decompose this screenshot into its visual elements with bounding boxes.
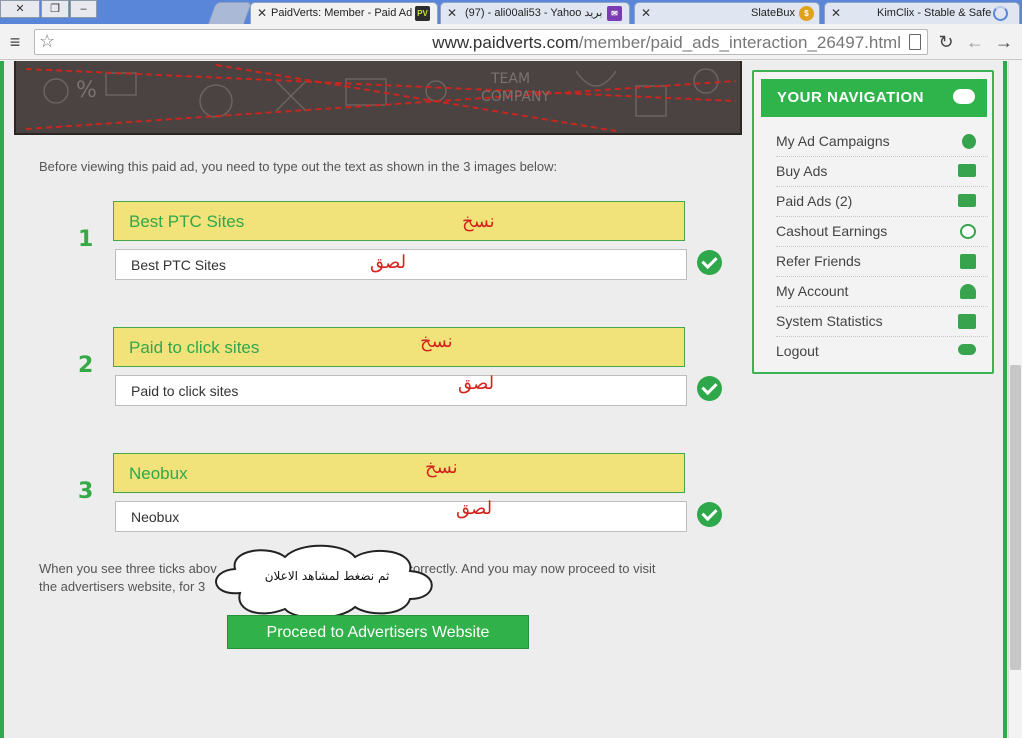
nav-item-label: Refer Friends xyxy=(776,253,861,269)
svg-text:COMPANY: COMPANY xyxy=(481,89,550,105)
check-circle-icon xyxy=(697,376,722,401)
nav-item-buy-ads[interactable]: Buy Ads xyxy=(776,157,988,187)
captcha-image: Paid to click sites xyxy=(113,327,685,367)
paste-annotation: لصق xyxy=(370,252,407,273)
nav-item-logout[interactable]: Logout xyxy=(776,337,988,367)
navigation-header: YOUR NAVIGATION xyxy=(761,79,987,117)
back-arrow-icon[interactable]: ← xyxy=(963,30,987,54)
sitemap-icon xyxy=(960,254,976,269)
page-viewport: TEAM COMPANY % Before viewing this paid … xyxy=(0,61,1008,738)
answer-value: Paid to click sites xyxy=(131,383,239,399)
answer-value: Best PTC Sites xyxy=(131,257,226,273)
tab-strip: ✕ ❐ – ✕ PaidVerts: Member - Paid Ad PV ✕… xyxy=(0,0,1022,24)
folder-open-icon xyxy=(958,194,976,207)
captcha-text: Best PTC Sites xyxy=(129,212,245,231)
copy-annotation: نسخ xyxy=(420,331,453,352)
nav-item-my-ad-campaigns[interactable]: My Ad Campaigns xyxy=(776,127,988,157)
tab-paidverts[interactable]: ✕ PaidVerts: Member - Paid Ad PV xyxy=(250,2,438,24)
menu-icon[interactable]: ≡ xyxy=(3,30,27,54)
step-number: 3 xyxy=(78,479,94,504)
tab-close-icon[interactable]: ✕ xyxy=(447,3,457,23)
minimize-window-icon[interactable]: – xyxy=(70,0,97,18)
copy-annotation: نسخ xyxy=(425,457,458,478)
tab-title: KimClix - Stable & Safe xyxy=(877,7,992,19)
navigation-title: YOUR NAVIGATION xyxy=(777,89,924,106)
captcha-image: Best PTC Sites xyxy=(113,201,685,241)
reload-icon[interactable]: ↻ xyxy=(934,30,958,54)
nav-item-my-account[interactable]: My Account xyxy=(776,277,988,307)
nav-item-system-statistics[interactable]: System Statistics xyxy=(776,307,988,337)
nav-item-label: Buy Ads xyxy=(776,163,828,179)
note-line-2: the advertisers website, for 3 xyxy=(39,579,206,594)
tab-title: SlateBux xyxy=(751,7,796,19)
money-icon xyxy=(958,164,976,177)
paste-annotation: لصق xyxy=(458,373,495,394)
slatebux-favicon-icon: $ xyxy=(799,6,814,21)
nav-item-label: Paid Ads (2) xyxy=(776,193,853,209)
answer-value: Neobux xyxy=(131,509,180,525)
svg-text:%: % xyxy=(76,78,97,103)
check-circle-icon xyxy=(697,250,722,275)
captcha-text: Paid to click sites xyxy=(129,338,260,357)
tab-kimclix[interactable]: ✕ KimClix - Stable & Safe xyxy=(824,2,1020,24)
page-info-icon[interactable] xyxy=(909,34,921,50)
captcha-text: Neobux xyxy=(129,464,188,483)
navigation-panel: YOUR NAVIGATION My Ad Campaigns Buy Ads … xyxy=(752,70,994,374)
tab-title: (97) - ali00ali53 - Yahoo بريد xyxy=(465,7,603,19)
forward-arrow-icon[interactable]: → xyxy=(992,30,1016,54)
nav-item-label: Logout xyxy=(776,343,819,359)
cloud-upload-icon xyxy=(958,344,976,355)
user-icon xyxy=(960,284,976,299)
step-number: 2 xyxy=(78,353,94,378)
nav-item-paid-ads[interactable]: Paid Ads (2) xyxy=(776,187,988,217)
captcha-instructions: Before viewing this paid ad, you need to… xyxy=(39,159,558,174)
copy-annotation: نسخ xyxy=(462,211,495,232)
page-frame-border-right xyxy=(1003,61,1007,738)
nav-item-label: My Account xyxy=(776,283,849,299)
note-line-1-left: When you see three ticks abov xyxy=(39,561,217,576)
nav-item-label: System Statistics xyxy=(776,313,883,329)
captcha-image: Neobux xyxy=(113,453,685,493)
nav-item-label: Cashout Earnings xyxy=(776,223,888,239)
page-frame-border-left xyxy=(0,61,4,738)
restore-window-icon[interactable]: ❐ xyxy=(41,0,69,18)
browser-toolbar: ≡ ☆ www.paidverts.com/member/paid_ads_in… xyxy=(0,24,1022,60)
mail-envelope-icon: ✉ xyxy=(607,6,622,21)
loading-spinner-icon xyxy=(993,6,1008,21)
captcha-answer-input[interactable]: Paid to click sites xyxy=(115,375,687,406)
ad-banner-doodles: TEAM COMPANY % xyxy=(25,64,737,132)
svg-text:TEAM: TEAM xyxy=(490,71,530,87)
money-bag-icon xyxy=(960,224,976,239)
url-text: www.paidverts.com/member/paid_ads_intera… xyxy=(432,33,901,53)
tab-title: PaidVerts: Member - Paid Ad xyxy=(271,7,413,19)
nav-item-label: My Ad Campaigns xyxy=(776,133,890,149)
tab-close-icon[interactable]: ✕ xyxy=(257,3,267,23)
captcha-answer-input[interactable]: Neobux xyxy=(115,501,687,532)
new-tab-button[interactable] xyxy=(207,2,253,24)
tab-slatebux[interactable]: ✕ SlateBux $ xyxy=(634,2,820,24)
url-host: www.paidverts.com xyxy=(432,33,579,52)
close-window-icon[interactable]: ✕ xyxy=(0,0,40,18)
share-icon xyxy=(962,134,976,149)
ad-banner-image: TEAM COMPANY % xyxy=(14,61,742,135)
proceed-to-advertiser-button[interactable]: Proceed to Advertisers Website xyxy=(227,615,529,649)
url-path: /member/paid_ads_interaction_26497.html xyxy=(578,33,901,52)
tab-yahoo-mail[interactable]: ✕ (97) - ali00ali53 - Yahoo بريد ✉ xyxy=(440,2,630,24)
step-number: 1 xyxy=(78,227,94,252)
paidverts-favicon-icon: PV xyxy=(415,6,430,21)
tab-close-icon[interactable]: ✕ xyxy=(641,3,651,23)
scrollbar-thumb[interactable] xyxy=(1010,365,1021,670)
cloud-download-icon xyxy=(953,89,975,104)
tab-close-icon[interactable]: ✕ xyxy=(831,3,841,23)
paste-annotation: لصق xyxy=(456,498,493,519)
address-bar[interactable]: ☆ www.paidverts.com/member/paid_ads_inte… xyxy=(34,29,928,55)
check-circle-icon xyxy=(697,502,722,527)
bookmark-star-icon[interactable]: ☆ xyxy=(39,31,55,52)
presentation-icon xyxy=(958,314,976,329)
callout-text: ثم نضغط لمشاهد الاعلان xyxy=(264,569,390,583)
nav-item-cashout-earnings[interactable]: Cashout Earnings xyxy=(776,217,988,247)
nav-item-refer-friends[interactable]: Refer Friends xyxy=(776,247,988,277)
